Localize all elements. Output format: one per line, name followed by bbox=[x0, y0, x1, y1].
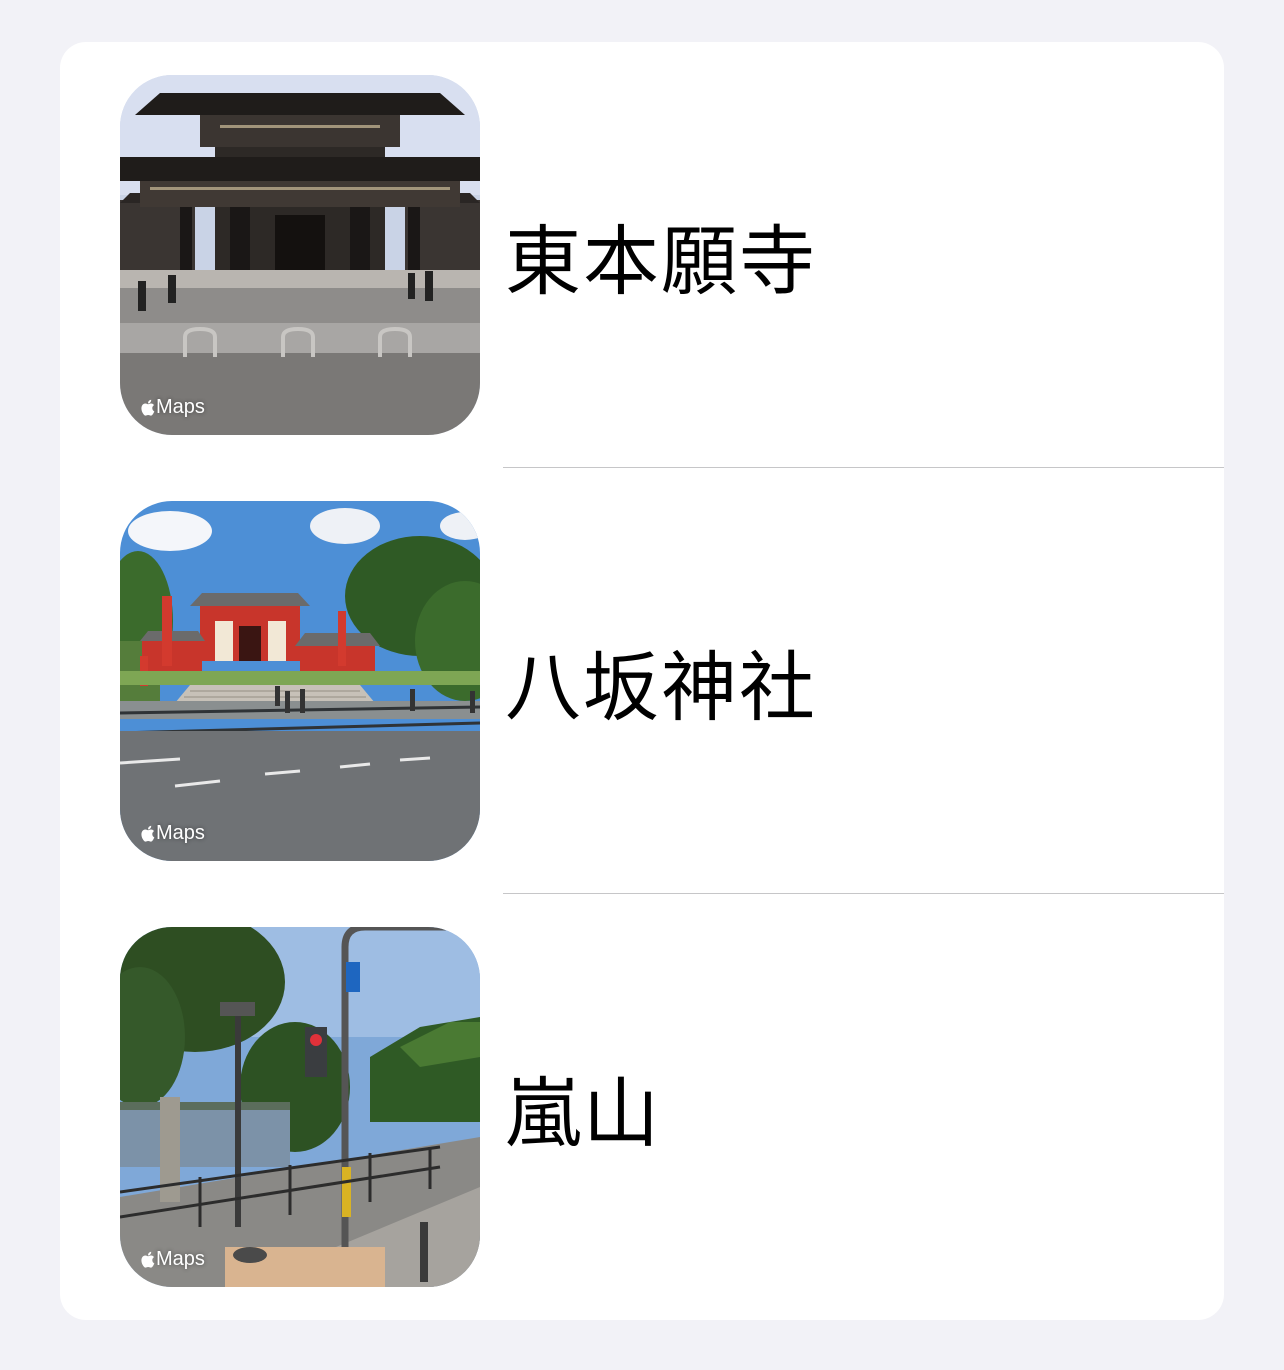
apple-maps-badge: Maps bbox=[140, 1248, 205, 1271]
apple-logo-icon bbox=[141, 399, 155, 416]
place-name: 東本願寺 bbox=[505, 217, 817, 306]
street-crossing-photo bbox=[120, 927, 480, 1287]
list-item-yasaka-shrine[interactable]: Maps 八坂神社 bbox=[60, 468, 1224, 894]
temple-gate-photo bbox=[120, 75, 480, 435]
place-name: 嵐山 bbox=[505, 1069, 661, 1158]
list-item-arashiyama[interactable]: Maps 嵐山 bbox=[60, 894, 1224, 1320]
apple-maps-badge: Maps bbox=[140, 396, 205, 419]
maps-badge-label: Maps bbox=[156, 822, 205, 844]
place-thumbnail[interactable]: Maps bbox=[120, 75, 480, 435]
apple-logo-icon bbox=[141, 825, 155, 842]
shrine-photo bbox=[120, 501, 480, 861]
places-list-card: Maps 東本願寺 Maps 八坂神社 Maps 嵐山 bbox=[60, 42, 1224, 1320]
place-thumbnail[interactable]: Maps bbox=[120, 501, 480, 861]
maps-badge-label: Maps bbox=[156, 396, 205, 418]
apple-logo-icon bbox=[141, 1251, 155, 1268]
list-item-higashi-honganji[interactable]: Maps 東本願寺 bbox=[60, 42, 1224, 468]
place-name: 八坂神社 bbox=[505, 643, 817, 732]
apple-maps-badge: Maps bbox=[140, 822, 205, 845]
place-thumbnail[interactable]: Maps bbox=[120, 927, 480, 1287]
maps-badge-label: Maps bbox=[156, 1248, 205, 1270]
